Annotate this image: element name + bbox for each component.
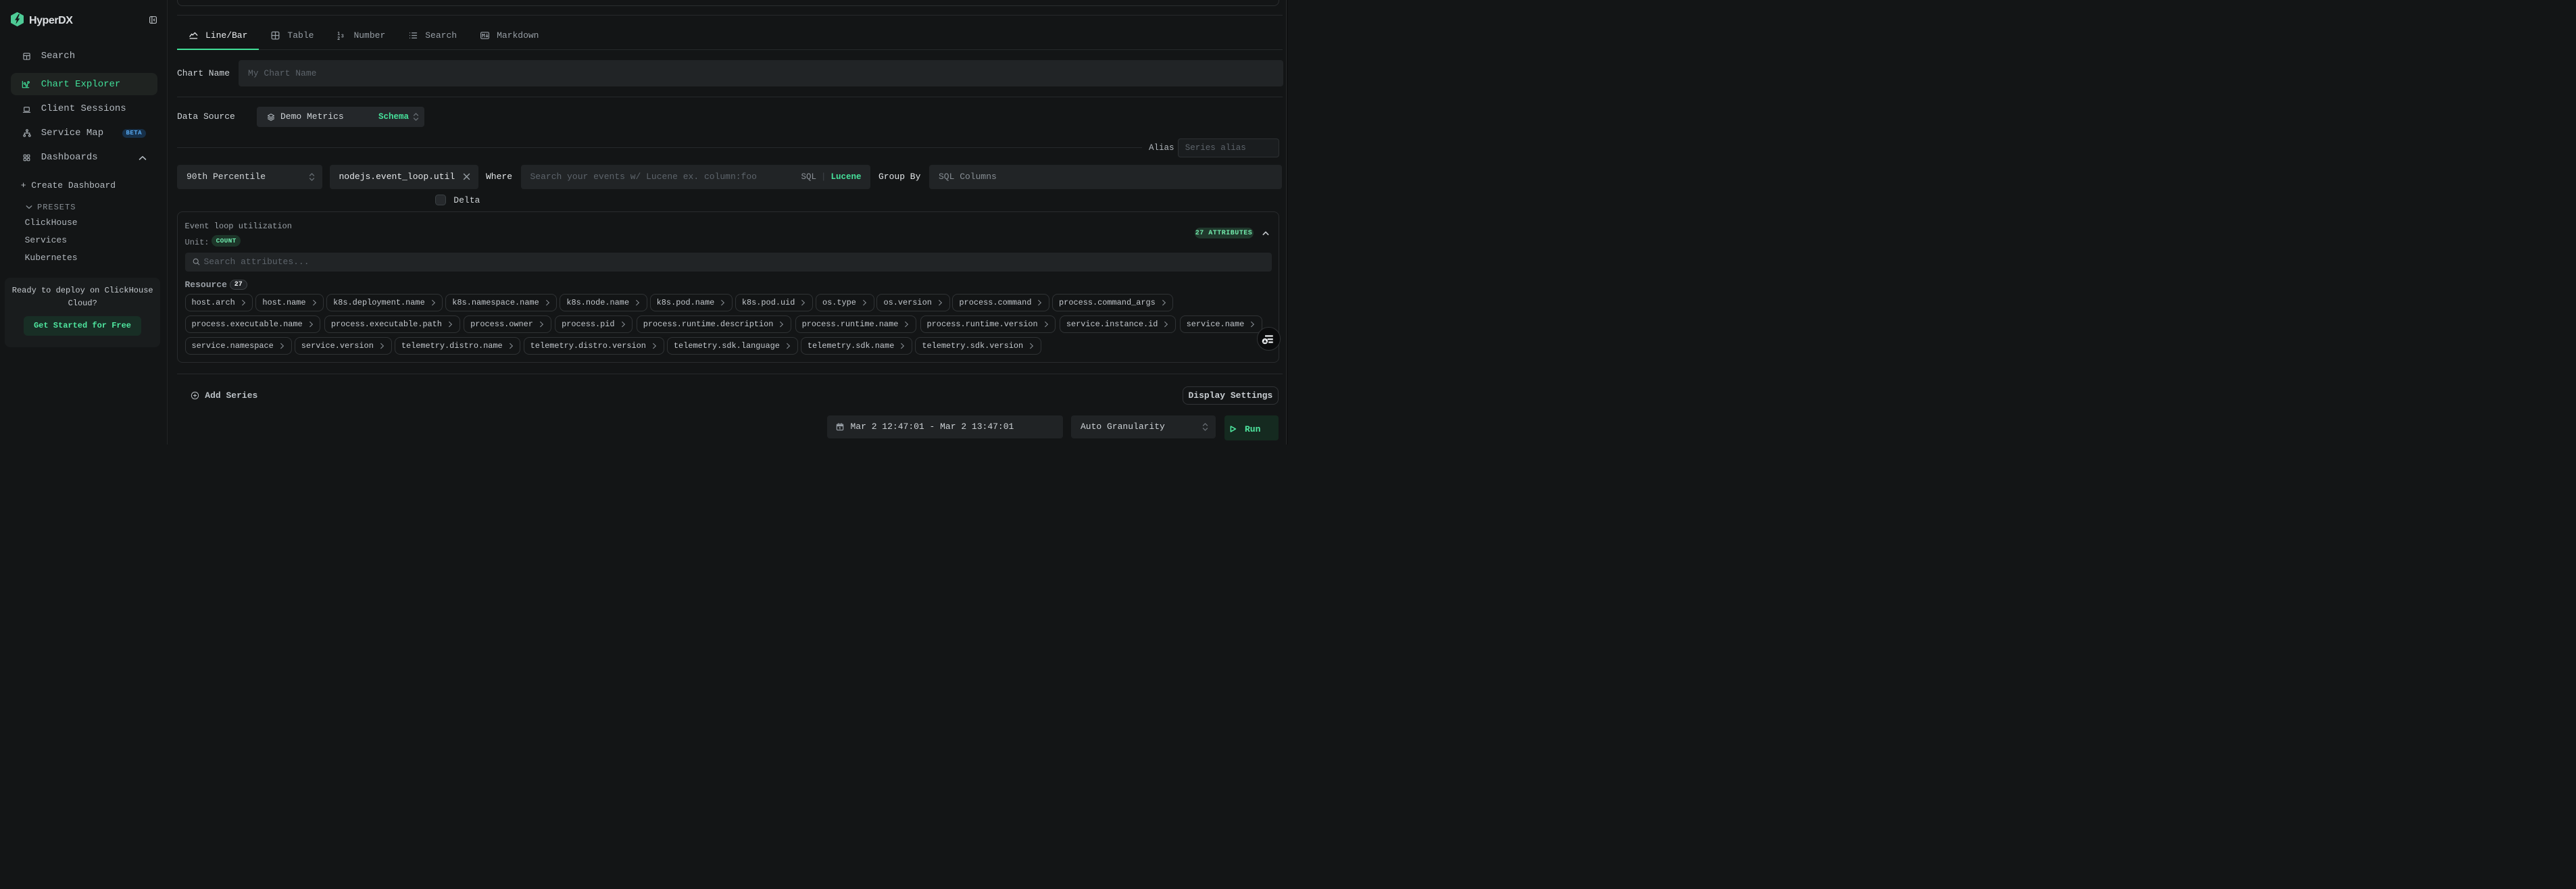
svg-text:1: 1 bbox=[338, 31, 341, 36]
svg-text:2: 2 bbox=[338, 36, 341, 40]
svg-text:3: 3 bbox=[341, 34, 344, 39]
